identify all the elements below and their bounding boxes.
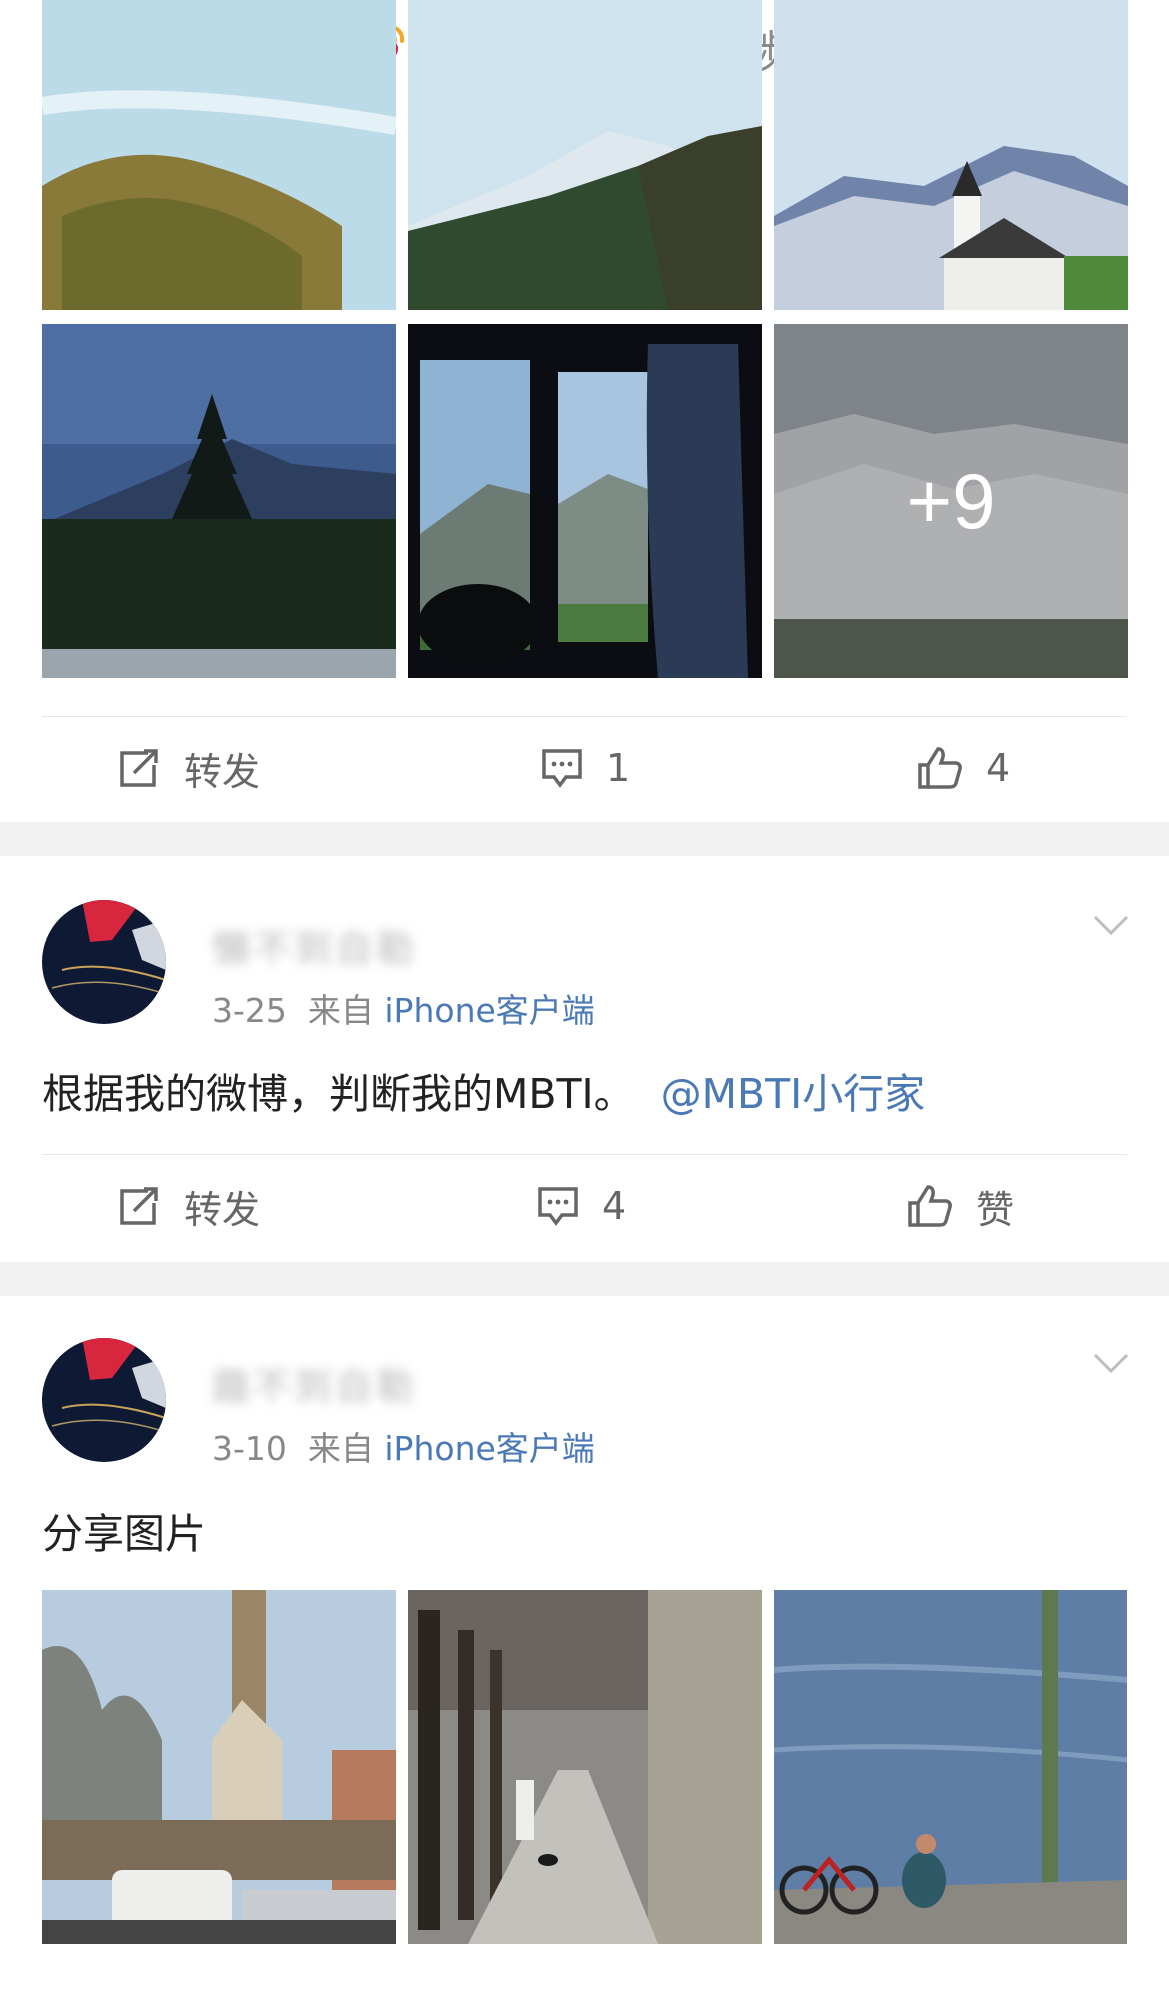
- comment-icon: [542, 749, 582, 788]
- post1-like-button[interactable]: 4: [916, 720, 1010, 816]
- post2-date: 3-25: [212, 991, 287, 1030]
- photo-mountain-forest[interactable]: [408, 0, 762, 310]
- post2-avatar[interactable]: [42, 900, 166, 1024]
- thumbs-up-icon: [908, 1185, 952, 1227]
- post1-repost-label: 转发: [184, 749, 261, 794]
- post3-text: 分享图片: [42, 1500, 206, 1560]
- post3-meta: 3-10 来自 iPhone客户端: [212, 1422, 595, 1470]
- post2-comment-button[interactable]: 4: [536, 1158, 626, 1254]
- post3-username[interactable]: 趣不到自勒: [212, 1356, 417, 1411]
- post2-repost-label: 转发: [184, 1187, 261, 1232]
- post2-chevron-down-icon[interactable]: [1092, 914, 1130, 942]
- repost-icon: [120, 1187, 158, 1225]
- post1-repost-button[interactable]: 转发: [118, 720, 260, 816]
- post3-source[interactable]: iPhone客户端: [384, 1429, 594, 1468]
- post1-divider: [42, 716, 1127, 717]
- post-separator: [0, 1262, 1169, 1296]
- photo-tree-alley[interactable]: [408, 1590, 762, 1944]
- post3-chevron-down-icon[interactable]: [1092, 1352, 1130, 1380]
- post3-date: 3-10: [212, 1429, 287, 1468]
- thumbs-up-icon: [918, 747, 962, 789]
- post2-username[interactable]: 懒不到自勒: [212, 918, 417, 973]
- repost-icon: [120, 749, 158, 787]
- post2-like-label: 赞: [976, 1187, 1015, 1232]
- post3-photo-grid: [42, 1590, 1127, 1996]
- post2-source[interactable]: iPhone客户端: [384, 991, 594, 1030]
- post3-body: 分享图片: [42, 1510, 206, 1558]
- post1-like-count: 4: [986, 746, 1011, 790]
- photo-river-rocks[interactable]: [42, 0, 396, 310]
- photo-obelisk-street[interactable]: [42, 1590, 396, 1944]
- more-photos-count: +9: [774, 324, 1128, 678]
- post2-meta: 3-25 来自 iPhone客户端: [212, 984, 595, 1032]
- photo-lakeside-bikes[interactable]: [774, 1590, 1127, 1944]
- post1-comment-button[interactable]: 1: [540, 720, 630, 816]
- post2-repost-button[interactable]: 转发: [118, 1158, 260, 1254]
- post3-avatar[interactable]: [42, 1338, 166, 1462]
- post1-action-bar: 转发 1 4: [0, 720, 1169, 816]
- photo-dusk-tree[interactable]: [42, 324, 396, 678]
- comment-icon: [538, 1187, 578, 1226]
- photo-window-view[interactable]: [408, 324, 762, 678]
- post2-action-bar: 转发 4 赞: [0, 1158, 1169, 1254]
- post2-divider: [42, 1154, 1127, 1155]
- post2-comment-count: 4: [602, 1184, 627, 1228]
- photo-church-alps[interactable]: [774, 0, 1128, 310]
- post2-text: 根据我的微博，判断我的MBTI。 @MBTI小行家: [42, 1060, 925, 1120]
- post2-like-button[interactable]: 赞: [906, 1158, 1014, 1254]
- post3-from: 来自: [307, 1429, 374, 1468]
- post1-comment-count: 1: [606, 746, 631, 790]
- post1-photo-grid: +9: [42, 0, 1128, 680]
- post2-from: 来自: [307, 991, 374, 1030]
- watermark-text: 一门学问: [1032, 1956, 1152, 1991]
- post2-body: 根据我的微博，判断我的MBTI。: [42, 1070, 635, 1118]
- photo-more-images[interactable]: +9: [774, 324, 1128, 678]
- post2-mention-link[interactable]: @MBTI小行家: [661, 1070, 926, 1118]
- post-separator: [0, 822, 1169, 856]
